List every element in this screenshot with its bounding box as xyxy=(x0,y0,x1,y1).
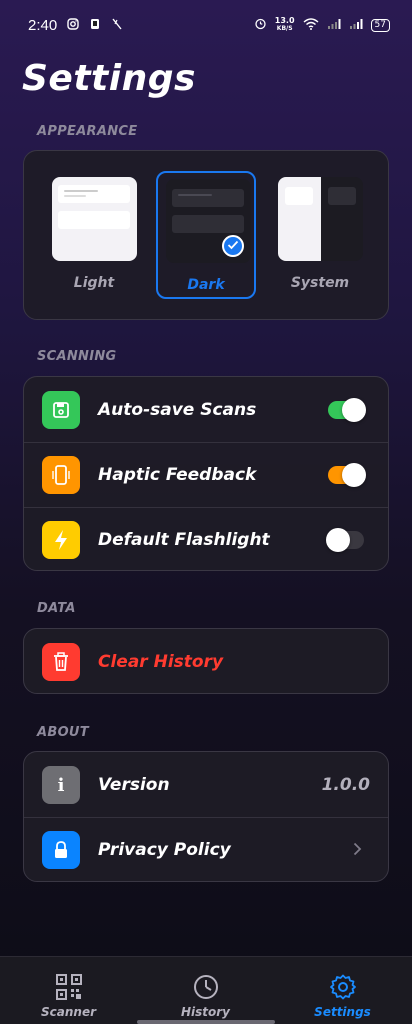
nav-tab-scanner[interactable]: Scanner xyxy=(0,957,137,1024)
notification-icon xyxy=(89,18,101,33)
data-card: Clear History xyxy=(23,628,389,694)
setting-label: Haptic Feedback xyxy=(98,465,257,485)
net-speed: 13.0 KB/S xyxy=(274,16,295,33)
clear-history-button[interactable]: Clear History xyxy=(24,630,388,694)
signal-icon-2 xyxy=(349,18,363,33)
version-row: i Version 1.0.0 xyxy=(24,753,388,817)
nav-label: History xyxy=(180,1005,231,1019)
version-value: 1.0.0 xyxy=(321,775,370,795)
lightning-icon xyxy=(42,521,80,559)
clock-icon xyxy=(192,973,220,1001)
light-preview xyxy=(52,177,137,261)
version-label: Version xyxy=(98,775,170,795)
scanning-card: Auto-save Scans Haptic Feedback Default … xyxy=(23,376,389,571)
setting-label: Auto-save Scans xyxy=(98,400,257,420)
system-preview xyxy=(278,177,363,261)
theme-label-light: Light xyxy=(73,275,115,291)
lock-icon xyxy=(42,831,80,869)
setting-label: Default Flashlight xyxy=(98,530,270,550)
theme-option-system[interactable]: System xyxy=(270,171,370,299)
instagram-icon xyxy=(67,17,79,33)
privacy-policy-label: Privacy Policy xyxy=(98,840,231,860)
status-bar: 2:40 13.0 KB/S 57 xyxy=(0,0,412,50)
section-label-data: DATA xyxy=(37,601,76,616)
info-icon: i xyxy=(42,766,80,804)
gear-icon xyxy=(329,973,357,1001)
theme-option-light[interactable]: Light xyxy=(44,171,144,299)
nav-label: Scanner xyxy=(41,1005,96,1019)
section-label-about: ABOUT xyxy=(37,725,89,740)
haptic-toggle[interactable] xyxy=(328,463,366,487)
phone-vibrate-icon xyxy=(42,456,80,494)
setting-row-auto-save[interactable]: Auto-save Scans xyxy=(24,378,388,442)
appearance-card: Light Dark System xyxy=(23,150,389,320)
wifi-icon xyxy=(303,17,319,33)
alarm-icon xyxy=(254,17,267,33)
nav-label: Settings xyxy=(314,1005,371,1019)
setting-row-haptic[interactable]: Haptic Feedback xyxy=(24,443,388,507)
check-icon xyxy=(222,235,244,257)
privacy-policy-row[interactable]: Privacy Policy xyxy=(24,818,388,882)
theme-label-dark: Dark xyxy=(187,277,225,293)
chevron-right-icon xyxy=(353,840,362,861)
bottom-nav: Scanner History Settings xyxy=(0,956,412,1024)
section-label-scanning: SCANNING xyxy=(37,349,117,364)
save-icon xyxy=(42,391,80,429)
page-title: Settings xyxy=(22,58,196,99)
about-card: i Version 1.0.0 Privacy Policy xyxy=(23,751,389,882)
muted-icon xyxy=(111,18,123,33)
qr-code-icon xyxy=(55,973,83,1001)
flashlight-toggle[interactable] xyxy=(326,528,364,552)
clear-history-label: Clear History xyxy=(98,652,224,672)
nav-tab-history[interactable]: History xyxy=(137,957,274,1024)
theme-label-system: System xyxy=(290,275,350,291)
status-time: 2:40 xyxy=(28,16,58,34)
auto-save-toggle[interactable] xyxy=(328,398,366,422)
battery-indicator: 57 xyxy=(370,18,390,32)
signal-icon xyxy=(327,18,341,33)
section-label-appearance: APPEARANCE xyxy=(37,124,138,139)
nav-tab-settings[interactable]: Settings xyxy=(274,957,411,1024)
theme-option-dark[interactable]: Dark xyxy=(156,171,256,299)
setting-row-flashlight[interactable]: Default Flashlight xyxy=(24,508,388,572)
home-indicator xyxy=(137,1020,275,1024)
trash-icon xyxy=(42,643,80,681)
